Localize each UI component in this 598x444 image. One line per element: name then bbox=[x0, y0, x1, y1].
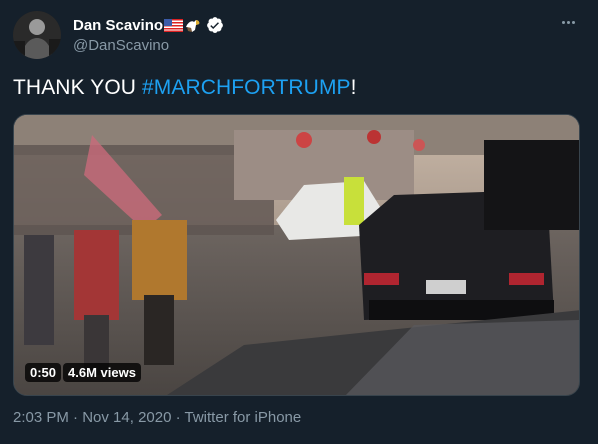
meta-separator: · bbox=[171, 409, 185, 426]
tweet-time[interactable]: 2:03 PM bbox=[13, 409, 69, 426]
flag-us-icon bbox=[164, 18, 184, 32]
author-names: Dan Scavino @DanScavino bbox=[73, 15, 224, 54]
handle[interactable]: @DanScavino bbox=[73, 37, 224, 54]
hashtag-link[interactable]: #MARCHFORTRUMP bbox=[142, 76, 351, 99]
avatar-image bbox=[13, 11, 61, 59]
tweet-metadata: 2:03 PM · Nov 14, 2020 · Twitter for iPh… bbox=[13, 409, 301, 426]
tweet-date[interactable]: Nov 14, 2020 bbox=[82, 409, 171, 426]
eagle-icon bbox=[185, 18, 201, 33]
tweet-text-prefix: THANK YOU bbox=[13, 76, 142, 99]
video-frame bbox=[14, 115, 579, 395]
meta-separator: · bbox=[68, 409, 83, 426]
video-player[interactable] bbox=[13, 114, 580, 396]
tweet-source-link[interactable]: Twitter for iPhone bbox=[185, 409, 302, 426]
video-duration-badge: 0:50 bbox=[25, 363, 62, 382]
avatar[interactable] bbox=[13, 11, 61, 59]
verified-badge-icon bbox=[206, 16, 224, 34]
tweet-text-suffix: ! bbox=[350, 76, 357, 99]
tweet-text: THANK YOU #MARCHFORTRUMP! bbox=[13, 76, 357, 100]
video-views-badge: 4.6M views bbox=[63, 363, 141, 382]
display-name[interactable]: Dan Scavino bbox=[73, 17, 163, 34]
more-options-icon[interactable] bbox=[557, 13, 579, 31]
tweet-header: Dan Scavino @DanScavino bbox=[13, 11, 585, 59]
